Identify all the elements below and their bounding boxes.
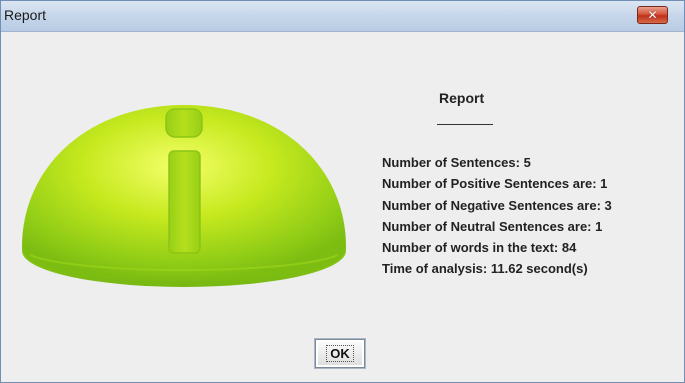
- close-button[interactable]: ✕: [637, 6, 668, 24]
- title-bar[interactable]: Report ✕: [1, 1, 684, 32]
- info-icon: [22, 105, 346, 287]
- report-dialog: Report ✕ Report Number of Sentences: 5 N…: [0, 0, 685, 383]
- heading-divider: [437, 124, 493, 125]
- sentences-count: Number of Sentences: 5: [382, 155, 531, 170]
- window-title: Report: [4, 7, 47, 23]
- report-lines: Number of Sentences: 5 Number of Positiv…: [382, 152, 612, 280]
- neutral-sentences-count: Number of Neutral Sentences are: 1: [382, 218, 603, 234]
- report-heading: Report: [439, 90, 485, 106]
- positive-sentences-count: Number of Positive Sentences are: 1: [382, 176, 608, 192]
- close-icon: ✕: [647, 8, 658, 22]
- analysis-time: Time of analysis: 11.62 second(s): [382, 261, 588, 277]
- dialog-content: Report Number of Sentences: 5 Number of …: [1, 32, 684, 382]
- negative-sentences-count: Number of Negative Sentences are: 3: [382, 197, 612, 213]
- word-count: Number of words in the text: 84: [382, 240, 577, 256]
- ok-button[interactable]: OK: [315, 339, 365, 368]
- ok-button-label: OK: [326, 345, 354, 362]
